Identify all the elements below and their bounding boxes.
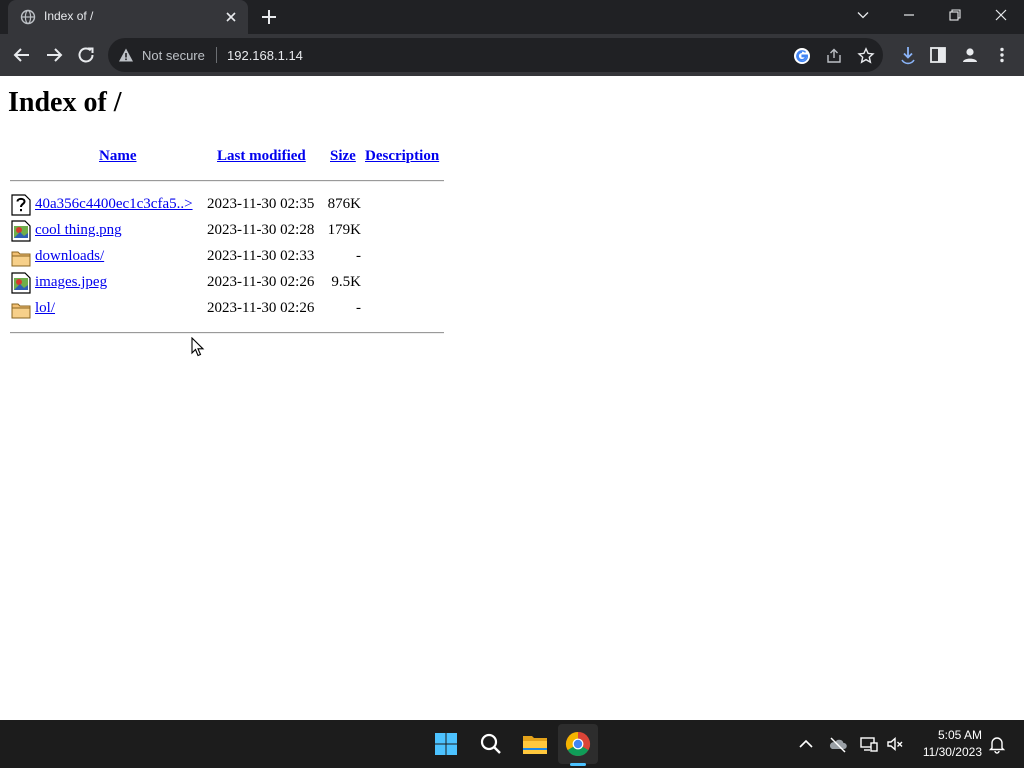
column-header-size[interactable]: Size xyxy=(330,148,356,165)
folder-icon xyxy=(11,246,31,268)
file-size: 876K xyxy=(327,196,361,212)
close-window-icon[interactable] xyxy=(978,0,1024,30)
file-modified: 2023-11-30 02:33 xyxy=(207,248,315,264)
column-header-description[interactable]: Description xyxy=(365,148,439,165)
page-content: Index of / Name Last modified Size Descr… xyxy=(0,76,1024,720)
footer-divider xyxy=(10,332,444,334)
chrome-running-indicator xyxy=(570,763,586,766)
bookmark-star-icon[interactable] xyxy=(857,47,875,65)
page-title: Index of / xyxy=(8,87,122,118)
restore-icon[interactable] xyxy=(932,0,978,30)
url-text[interactable]: 192.168.1.14 xyxy=(227,48,303,63)
side-panel-icon[interactable] xyxy=(928,45,948,65)
file-link[interactable]: cool thing.png xyxy=(35,222,122,239)
network-icon[interactable] xyxy=(859,734,879,754)
file-row: 40a356c4400ec1c3cfa5..> 2023-11-30 02:35… xyxy=(0,192,460,218)
tab-index[interactable]: Index of / xyxy=(8,0,248,34)
file-modified: 2023-11-30 02:26 xyxy=(207,300,315,316)
file-explorer-icon[interactable] xyxy=(519,728,551,760)
address-bar[interactable]: Not secure 192.168.1.14 xyxy=(108,38,883,72)
file-row: downloads/ 2023-11-30 02:33 - xyxy=(0,244,460,270)
more-menu-icon[interactable] xyxy=(992,45,1012,65)
file-link[interactable]: lol/ xyxy=(35,300,55,317)
share-icon[interactable] xyxy=(825,47,843,65)
column-header-name[interactable]: Name xyxy=(99,148,137,165)
folder-icon xyxy=(11,298,31,320)
security-status-label[interactable]: Not secure xyxy=(142,48,205,63)
file-size: 179K xyxy=(327,222,361,238)
image-file-icon xyxy=(11,220,31,242)
reload-icon[interactable] xyxy=(74,43,98,67)
tab-strip: Index of / xyxy=(0,0,1024,34)
file-row: lol/ 2023-11-30 02:26 - xyxy=(0,296,460,322)
file-modified: 2023-11-30 02:28 xyxy=(207,222,315,238)
file-link[interactable]: downloads/ xyxy=(35,248,104,265)
file-size: - xyxy=(356,300,361,316)
forward-arrow-icon[interactable] xyxy=(42,43,66,67)
file-row: images.jpeg 2023-11-30 02:26 9.5K xyxy=(0,270,460,296)
tab-title: Index of / xyxy=(44,9,94,23)
volume-muted-icon[interactable] xyxy=(885,734,905,754)
back-arrow-icon[interactable] xyxy=(10,43,34,67)
file-size: - xyxy=(356,248,361,264)
clock-time[interactable]: 5:05 AM xyxy=(918,728,982,742)
globe-icon xyxy=(20,9,36,25)
image-file-icon xyxy=(11,272,31,294)
file-modified: 2023-11-30 02:35 xyxy=(207,196,315,212)
column-header-last-modified[interactable]: Last modified xyxy=(217,148,306,165)
start-icon[interactable] xyxy=(430,728,462,760)
profile-avatar-icon[interactable] xyxy=(960,45,980,65)
address-divider xyxy=(216,47,217,63)
minimize-icon[interactable] xyxy=(886,0,932,30)
warning-triangle-icon[interactable] xyxy=(118,47,134,63)
header-divider xyxy=(10,180,444,182)
onedrive-offline-icon[interactable] xyxy=(828,734,848,754)
mouse-pointer-icon xyxy=(191,336,205,357)
new-tab-plus-icon[interactable] xyxy=(258,6,280,28)
unknown-file-icon xyxy=(11,194,31,216)
file-modified: 2023-11-30 02:26 xyxy=(207,274,315,290)
download-icon[interactable] xyxy=(898,45,918,65)
close-tab-icon[interactable] xyxy=(223,9,239,25)
file-size: 9.5K xyxy=(331,274,361,290)
search-icon[interactable] xyxy=(475,728,507,760)
clock-date[interactable]: 11/30/2023 xyxy=(910,745,982,759)
file-row: cool thing.png 2023-11-30 02:28 179K xyxy=(0,218,460,244)
file-link[interactable]: images.jpeg xyxy=(35,274,107,291)
chevron-up-icon[interactable] xyxy=(796,734,816,754)
notification-bell-icon[interactable] xyxy=(987,734,1007,754)
file-link[interactable]: 40a356c4400ec1c3cfa5..> xyxy=(35,196,193,213)
taskbar: 5:05 AM 11/30/2023 xyxy=(0,720,1024,768)
browser-toolbar: Not secure 192.168.1.14 xyxy=(0,34,1024,76)
google-lens-icon[interactable] xyxy=(793,47,811,65)
tab-search-chevron-down-icon[interactable] xyxy=(840,0,886,30)
chrome-icon[interactable] xyxy=(562,728,594,760)
